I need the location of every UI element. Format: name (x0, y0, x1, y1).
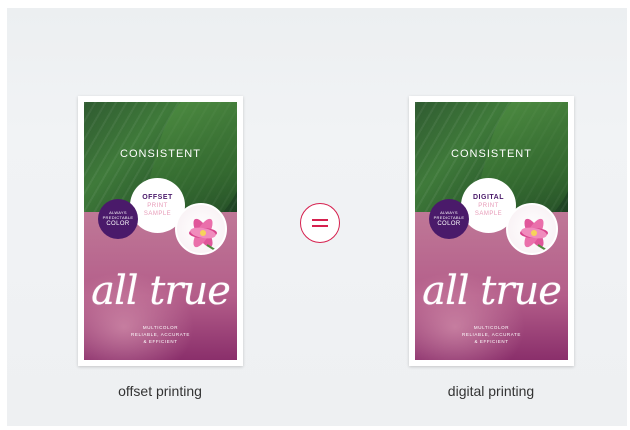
poster-footer-line: RELIABLE, ACCURATE (131, 332, 190, 337)
digital-print-card: CONSISTENT DIGITAL PRINT SAMPLE ALWAYS P… (409, 96, 574, 366)
badge-line: COLOR (437, 221, 461, 227)
offset-print-card: CONSISTENT OFFSET PRINT SAMPLE ALWAYS PR… (78, 96, 243, 366)
print-label: PRINT (147, 203, 168, 209)
poster-footer-line: MULTICOLOR (142, 325, 179, 330)
comparison-panel: CONSISTENT OFFSET PRINT SAMPLE ALWAYS PR… (7, 8, 627, 426)
equals-icon (300, 203, 340, 243)
poster: CONSISTENT OFFSET PRINT SAMPLE ALWAYS PR… (84, 102, 237, 360)
poster-headline: CONSISTENT (451, 148, 532, 160)
sample-label: SAMPLE (143, 211, 172, 217)
poster-script-title: all true (91, 268, 231, 314)
predictable-color-badge: ALWAYS PREDICTABLE COLOR (429, 199, 469, 239)
flower-image (506, 203, 558, 255)
predictable-color-badge: ALWAYS PREDICTABLE COLOR (98, 199, 138, 239)
poster-footer-line: RELIABLE, ACCURATE (462, 332, 521, 337)
poster-footer-line: & EFFICIENT (143, 339, 178, 344)
print-type: DIGITAL (473, 194, 504, 201)
poster: CONSISTENT DIGITAL PRINT SAMPLE ALWAYS P… (415, 102, 568, 360)
flower-image (175, 203, 227, 255)
sample-label: SAMPLE (474, 211, 503, 217)
print-label: PRINT (478, 203, 499, 209)
digital-printing-caption: digital printing (447, 383, 535, 399)
poster-headline: CONSISTENT (120, 148, 201, 160)
poster-footer-line: & EFFICIENT (474, 339, 509, 344)
poster-footer-line: MULTICOLOR (473, 325, 510, 330)
poster-script-title: all true (422, 268, 562, 314)
print-type: OFFSET (142, 194, 173, 201)
badge-line: COLOR (106, 221, 130, 227)
offset-printing-caption: offset printing (118, 383, 202, 399)
